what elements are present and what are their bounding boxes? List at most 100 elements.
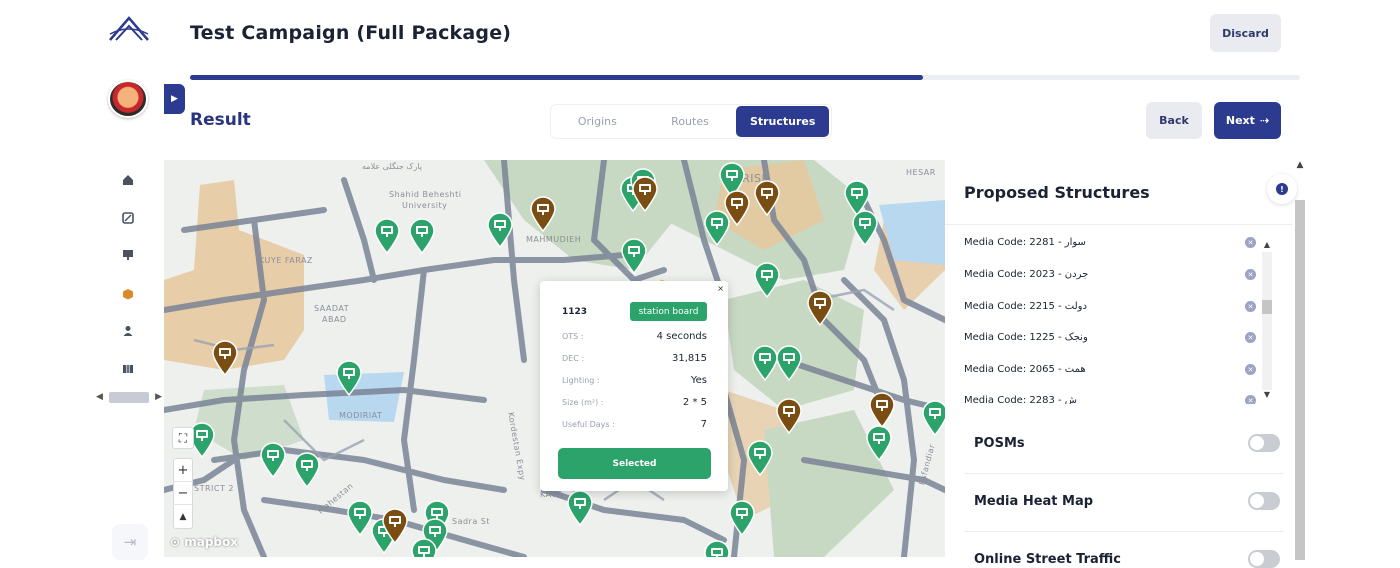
list-item[interactable]: Media Code: 2065 - همت ✕ <box>964 364 1256 375</box>
list-item-label: Media Code: 1225 - ونجک <box>964 332 1088 343</box>
brown-marker-icon[interactable] <box>212 340 238 376</box>
user-icon[interactable] <box>121 324 135 338</box>
map-label: ABAD <box>322 315 347 324</box>
brown-marker-icon[interactable] <box>382 508 408 544</box>
remove-icon[interactable]: ✕ <box>1245 237 1256 248</box>
discount-icon[interactable] <box>121 211 135 225</box>
selected-button[interactable]: Selected <box>558 448 711 479</box>
scroll-down-icon[interactable]: ▼ <box>1260 390 1274 402</box>
posms-switch[interactable] <box>1248 434 1280 452</box>
divider <box>964 473 1284 474</box>
next-button[interactable]: Next ⇢ <box>1214 102 1281 139</box>
remove-icon[interactable]: ✕ <box>1245 301 1256 312</box>
green-marker-icon[interactable] <box>411 538 437 557</box>
brown-marker-icon[interactable] <box>724 190 750 226</box>
scroll-thumb[interactable] <box>1295 200 1305 560</box>
tab-origins[interactable]: Origins <box>551 106 644 137</box>
close-icon[interactable]: × <box>717 284 724 293</box>
brown-marker-icon[interactable] <box>807 290 833 326</box>
brown-marker-icon[interactable] <box>776 398 802 434</box>
green-marker-icon[interactable] <box>336 360 362 396</box>
green-marker-icon[interactable] <box>752 345 778 381</box>
list-item[interactable]: Media Code: 2023 - جردن ✕ <box>964 269 1256 280</box>
next-label: Next <box>1225 114 1255 127</box>
avatar[interactable] <box>108 80 148 118</box>
package-icon[interactable] <box>121 287 135 301</box>
page-scrollbar[interactable]: ▲ <box>1293 160 1307 567</box>
list-item[interactable]: Media Code: 1225 - ونجک ✕ <box>964 332 1256 343</box>
tab-routes[interactable]: Routes <box>644 106 737 137</box>
app-logo[interactable] <box>108 14 150 44</box>
mapbox-logo[interactable]: ⊙ mapbox <box>170 535 238 549</box>
online-street-traffic-switch[interactable] <box>1248 550 1280 568</box>
proposed-structures-panel: Proposed Structures ! Media Code: 2281 -… <box>945 160 1297 568</box>
green-marker-icon[interactable] <box>294 452 320 488</box>
fullscreen-icon[interactable]: ⛶ <box>172 427 194 449</box>
map-label: پارک جنگلی علامه <box>362 162 422 171</box>
brown-marker-icon[interactable] <box>530 196 556 232</box>
green-marker-icon[interactable] <box>374 218 400 254</box>
structure-list[interactable]: Media Code: 2281 - سوار ✕ Media Code: 202… <box>945 224 1293 404</box>
brown-marker-icon[interactable] <box>632 176 658 212</box>
list-item[interactable]: Media Code: 2283 - ش ✕ <box>964 395 1256 404</box>
page-title: Test Campaign (Full Package) <box>190 22 512 44</box>
green-marker-icon[interactable] <box>729 500 755 536</box>
list-scrollbar[interactable]: ▲ ▼ <box>1260 240 1274 402</box>
remove-icon[interactable]: ✕ <box>1245 332 1256 343</box>
remove-icon[interactable]: ✕ <box>1245 395 1256 404</box>
sidebar-toggle-button[interactable]: ▶ <box>164 84 185 114</box>
discard-button[interactable]: Discard <box>1210 14 1281 52</box>
green-marker-icon[interactable] <box>260 442 286 478</box>
map-icon[interactable] <box>121 362 135 376</box>
list-item-label: Media Code: 2023 - جردن <box>964 269 1089 280</box>
popup-row: Lighting : Yes <box>562 375 707 386</box>
step-tabs: Origins Routes Structures <box>550 104 832 139</box>
zoom-in-button[interactable]: + <box>173 459 193 482</box>
green-marker-icon[interactable] <box>347 500 373 536</box>
remove-icon[interactable]: ✕ <box>1245 364 1256 375</box>
expand-icon: ▶ <box>171 94 178 104</box>
map-label: KAVE <box>540 490 563 499</box>
green-marker-icon[interactable] <box>621 238 647 274</box>
zoom-out-button[interactable]: − <box>173 482 193 505</box>
scroll-left-icon[interactable]: ◀ <box>96 392 103 402</box>
scroll-thumb[interactable] <box>109 391 149 403</box>
scroll-thumb[interactable] <box>1262 300 1272 314</box>
home-icon[interactable] <box>121 173 135 187</box>
tab-structures[interactable]: Structures <box>736 106 830 137</box>
list-item-label: Media Code: 2215 - دولت <box>964 301 1087 312</box>
logout-icon[interactable]: ⇥ <box>112 524 148 560</box>
green-marker-icon[interactable] <box>747 440 773 476</box>
green-marker-icon[interactable] <box>487 212 513 248</box>
map-label: MAHMUDIEH <box>526 235 582 244</box>
popup-row: DEC : 31,815 <box>562 353 707 364</box>
list-item-label: Media Code: 2065 - همت <box>964 364 1086 375</box>
green-marker-icon[interactable] <box>866 425 892 461</box>
green-marker-icon[interactable] <box>754 262 780 298</box>
scroll-up-icon[interactable]: ▲ <box>1260 240 1274 252</box>
map-label: KUYE FARAZ <box>259 256 313 265</box>
brown-marker-icon[interactable] <box>754 180 780 216</box>
zoom-controls: + − ▲ <box>173 458 193 529</box>
map-label: University <box>402 201 448 210</box>
toggle-online-street-traffic: Online Street Traffic <box>974 550 1280 568</box>
green-marker-icon[interactable] <box>704 540 730 557</box>
monitor-icon[interactable] <box>121 248 135 262</box>
scroll-right-icon[interactable]: ▶ <box>155 392 162 402</box>
green-marker-icon[interactable] <box>409 218 435 254</box>
green-marker-icon[interactable] <box>852 210 878 246</box>
brown-marker-icon[interactable] <box>869 392 895 428</box>
popup-row-key: DEC : <box>562 354 585 363</box>
sidebar-scrollbar[interactable]: ◀ ▶ <box>96 390 162 404</box>
green-marker-icon[interactable] <box>776 345 802 381</box>
list-item[interactable]: Media Code: 2281 - سوار ✕ <box>964 237 1256 248</box>
scroll-up-icon[interactable]: ▲ <box>1293 160 1307 170</box>
back-button[interactable]: Back <box>1146 102 1202 139</box>
green-marker-icon[interactable] <box>567 490 593 526</box>
green-marker-icon[interactable] <box>922 400 945 436</box>
toggle-label: Online Street Traffic <box>974 551 1122 567</box>
media-heat-map-switch[interactable] <box>1248 492 1280 510</box>
compass-button[interactable]: ▲ <box>173 505 193 528</box>
remove-icon[interactable]: ✕ <box>1245 269 1256 280</box>
list-item[interactable]: Media Code: 2215 - دولت ✕ <box>964 301 1256 312</box>
